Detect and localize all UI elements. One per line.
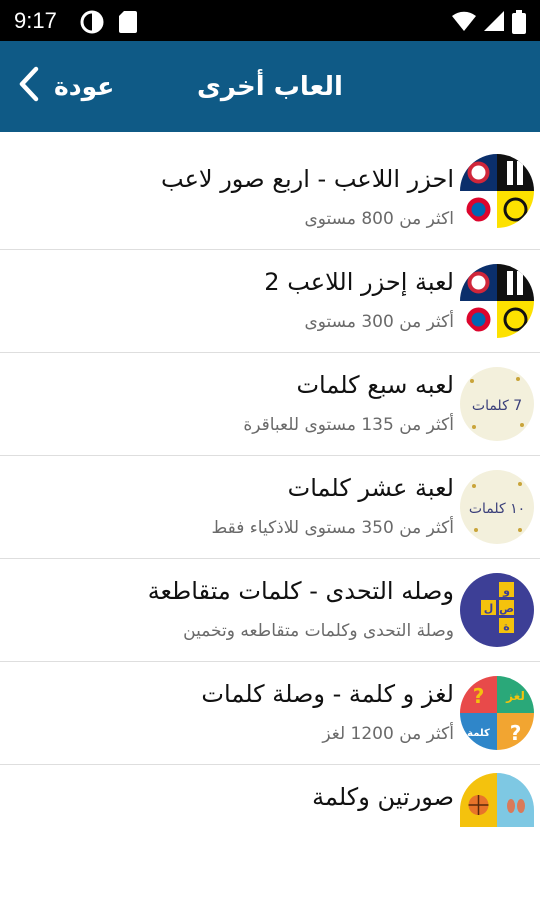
game-title: لعبه سبع كلمات (296, 371, 454, 399)
game-title: لعبة إحزر اللاعب 2 (264, 268, 454, 296)
game-subtitle: أكثر من 135 مستوى للعباقرة (243, 415, 454, 435)
icon-text: لغز (505, 689, 525, 703)
ten-words-icon: ١٠ كلمات (460, 470, 534, 544)
sd-card-icon (118, 10, 138, 38)
game-title: وصله التحدى - كلمات متقاطعة (147, 577, 454, 605)
icon-letter: ص (499, 602, 514, 615)
wifi-icon (451, 10, 477, 36)
list-item[interactable]: 7 كلمات لعبه سبع كلمات أكثر من 135 مستوى… (0, 353, 540, 456)
data-saver-icon (80, 10, 104, 38)
list-item[interactable]: لعبة إحزر اللاعب 2 أكثر من 300 مستوى (0, 250, 540, 353)
icon-letter: و (502, 584, 510, 597)
icon-letter: ة (503, 620, 510, 633)
game-subtitle: أكثر من 300 مستوى (304, 312, 454, 332)
game-subtitle: اكثر من 800 مستوى (304, 209, 454, 229)
list-item[interactable]: صورتين وكلمة (0, 765, 540, 827)
game-title: لعبة عشر كلمات (287, 474, 454, 502)
chevron-left-icon (18, 66, 40, 106)
game-title: صورتين وكلمة (312, 783, 454, 811)
signal-icon (483, 10, 505, 36)
crossword-icon: و ص ل ة (460, 573, 534, 647)
icon-text: ١٠ كلمات (469, 501, 525, 517)
app-bar: العاب أخرى عودة (0, 41, 540, 132)
two-pictures-icon (460, 773, 534, 827)
icon-letter: ل (484, 602, 494, 615)
game-subtitle: وصلة التحدى وكلمات متقاطعه وتخمين (183, 621, 454, 641)
games-list: احزر اللاعب - اربع صور لاعب اكثر من 800 … (0, 147, 540, 827)
game-title: احزر اللاعب - اربع صور لاعب (161, 165, 454, 193)
game-subtitle: أكثر من 350 مستوى للاذكياء فقط (211, 518, 455, 538)
battery-icon (512, 10, 526, 38)
back-button[interactable]: عودة (18, 61, 128, 111)
game-subtitle: أكثر من 1200 لغز (322, 724, 454, 744)
status-bar: 9:17 (0, 0, 540, 41)
game-title: لغز و كلمة - وصلة كلمات (201, 680, 454, 708)
seven-words-icon: 7 كلمات (460, 367, 534, 441)
icon-text: ? (473, 684, 485, 708)
football-clubs-icon (460, 154, 534, 228)
icon-text: كلمة (467, 728, 490, 739)
list-item[interactable]: و ص ل ة وصله التحدى - كلمات متقاطعة وصلة… (0, 559, 540, 662)
status-time: 9:17 (14, 8, 57, 33)
icon-text: ? (510, 721, 522, 745)
icon-text: 7 كلمات (472, 398, 522, 414)
list-item[interactable]: ? لغز كلمة ? لغز و كلمة - وصلة كلمات أكث… (0, 662, 540, 765)
back-label: عودة (54, 71, 115, 101)
list-item[interactable]: ١٠ كلمات لعبة عشر كلمات أكثر من 350 مستو… (0, 456, 540, 559)
football-clubs-icon (460, 264, 534, 338)
puzzle-word-icon: ? لغز كلمة ? (460, 676, 534, 750)
list-item[interactable]: احزر اللاعب - اربع صور لاعب اكثر من 800 … (0, 133, 540, 250)
